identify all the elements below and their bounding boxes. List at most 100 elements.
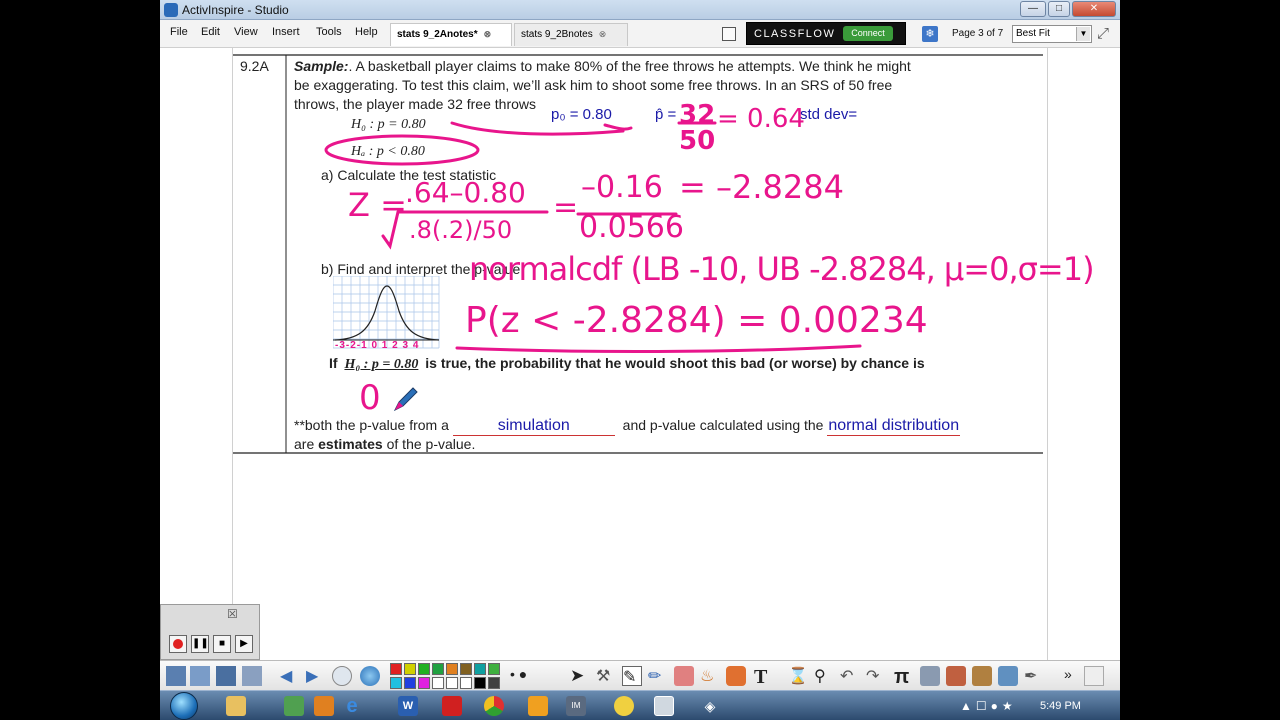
web-browser-icon[interactable] (360, 666, 380, 686)
close-tab-icon[interactable]: ⊗ (484, 29, 492, 39)
color-swatch[interactable] (460, 677, 472, 689)
page-browser-icon[interactable] (722, 27, 736, 41)
ink-circle (324, 134, 480, 166)
internet-explorer-icon[interactable]: e (342, 696, 362, 716)
color-swatch[interactable] (446, 677, 458, 689)
stop-button[interactable]: ■ (213, 635, 231, 653)
play-button[interactable]: ▶ (235, 635, 253, 653)
redo-icon[interactable]: ↷ (866, 666, 886, 686)
color-swatch[interactable] (404, 677, 416, 689)
menu-view[interactable]: View (234, 26, 258, 38)
sticky-icon[interactable] (614, 696, 634, 716)
menu-help[interactable]: Help (355, 26, 378, 38)
main-menu-icon[interactable] (166, 666, 186, 686)
minimize-button[interactable]: — (1020, 1, 1046, 17)
resource-icon[interactable] (972, 666, 992, 686)
menu-bar: File Edit View Insert Tools Help stats 9… (160, 20, 1120, 48)
color-swatch[interactable] (432, 677, 444, 689)
pause-button[interactable]: ❚❚ (191, 635, 209, 653)
pen-settings-icon[interactable]: ✒ (1024, 666, 1044, 686)
color-swatch[interactable] (390, 663, 402, 675)
tab-label: stats 9_2Anotes* (397, 29, 478, 40)
next-page-icon[interactable]: ▶ (306, 666, 326, 686)
page-icon[interactable] (998, 666, 1018, 686)
classflow-connect-button[interactable]: Connect (843, 26, 893, 41)
fill-icon[interactable]: ♨ (700, 666, 720, 686)
fullscreen-icon[interactable]: ⤢ (1097, 25, 1109, 42)
eraser-icon[interactable] (674, 666, 694, 686)
pdf-icon[interactable] (442, 696, 462, 716)
pen-width-icon[interactable]: • ● (510, 666, 530, 686)
color-swatch[interactable] (432, 663, 444, 675)
menu-tools[interactable]: Tools (316, 26, 342, 38)
media-player-icon[interactable] (314, 696, 334, 716)
magnifier-icon[interactable]: ⚲ (814, 666, 834, 686)
file-explorer-icon[interactable] (226, 696, 246, 716)
color-swatch[interactable] (460, 663, 472, 675)
classflow-panel: CLASSFLOW Connect (746, 22, 906, 45)
color-swatch[interactable] (488, 663, 500, 675)
close-button[interactable]: ✕ (1072, 1, 1116, 17)
undo-icon[interactable]: ↶ (840, 666, 860, 686)
start-button[interactable] (170, 692, 198, 720)
maximize-button[interactable]: □ (1048, 1, 1070, 17)
grid-icon[interactable] (920, 666, 940, 686)
chrome-icon[interactable] (484, 696, 504, 716)
ink-phat-result: = 0.64 (717, 104, 805, 134)
menu-insert[interactable]: Insert (272, 26, 300, 38)
select-icon[interactable]: ➤ (570, 666, 590, 686)
window-title: ActivInspire - Studio (182, 3, 289, 17)
zoom-select[interactable]: Best Fit ▼ (1012, 25, 1092, 43)
pi-icon[interactable]: π (894, 666, 914, 688)
color-swatch[interactable] (474, 677, 486, 689)
zoom-value: Best Fit (1016, 28, 1050, 39)
more-tools-icon[interactable]: » (1064, 666, 1084, 686)
system-tray-icons[interactable]: ▲☐●★ (960, 699, 1017, 713)
previous-page-icon[interactable]: ◀ (280, 666, 300, 686)
color-swatch[interactable] (390, 677, 402, 689)
main-toolbox: ◀ ▶ • ● ➤ ⚒ ✎ ✏ ♨ T ⌛ ⚲ ↶ ↷ π ✒ » (160, 660, 1120, 690)
ink-z-lhs: Z = (348, 186, 407, 224)
play-icon[interactable] (332, 666, 352, 686)
profile-icon[interactable] (216, 666, 236, 686)
highlighter-icon[interactable]: ✏ (648, 666, 668, 686)
tools-icon[interactable] (242, 666, 262, 686)
spreadsheet-icon[interactable] (284, 696, 304, 716)
activinspire-taskbar-icon[interactable] (654, 696, 674, 716)
ink-z-numerator: .64–0.80 (405, 176, 526, 209)
snowflake-icon[interactable]: ❄ (922, 26, 938, 42)
text-icon[interactable]: T (754, 666, 774, 688)
ink-phat-denominator: 50 (679, 126, 716, 156)
color-swatch[interactable] (446, 663, 458, 675)
menu-edit[interactable]: Edit (201, 26, 220, 38)
recorder-widget: ☒ ❚❚ ■ ▶ (160, 604, 260, 660)
taskbar: e W IM ◈ ▲☐●★ 5:49 PM (160, 690, 1120, 720)
color-swatch[interactable] (418, 663, 430, 675)
tools-crossed-icon[interactable]: ⚒ (596, 666, 616, 686)
color-swatch[interactable] (418, 677, 430, 689)
revealer-icon[interactable]: ⌛ (788, 666, 808, 686)
app-icon (164, 3, 178, 17)
shape-icon[interactable] (726, 666, 746, 686)
close-tab-icon[interactable]: ⊗ (599, 29, 607, 39)
ink-stroke (603, 123, 633, 131)
tab-stats-9-2b[interactable]: stats 9_2Bnotes ⊗ (514, 23, 628, 46)
pen-icon[interactable]: ✎ (622, 666, 642, 686)
tab-stats-9-2a[interactable]: stats 9_2Anotes* ⊗ (390, 23, 512, 46)
browser-icon[interactable] (190, 666, 210, 686)
color-swatch[interactable] (474, 663, 486, 675)
im-icon[interactable]: IM (566, 696, 586, 716)
recorder-close-icon[interactable]: ☒ (227, 607, 238, 621)
flipchart-page[interactable]: 9.2A Sample:. A basketball player claims… (232, 48, 1095, 660)
color-swatch[interactable] (404, 663, 416, 675)
camera-icon[interactable] (946, 666, 966, 686)
record-button[interactable] (169, 635, 187, 653)
color-swatch[interactable] (488, 677, 500, 689)
toolbox-expand-icon[interactable] (1084, 666, 1104, 686)
menu-file[interactable]: File (170, 26, 188, 38)
word-icon[interactable]: W (398, 696, 418, 716)
classflow-logo: CLASSFLOW (754, 28, 836, 40)
app-cluster-icon[interactable]: ◈ (700, 696, 720, 716)
ink-equals: = (553, 190, 579, 225)
outlook-icon[interactable] (528, 696, 548, 716)
